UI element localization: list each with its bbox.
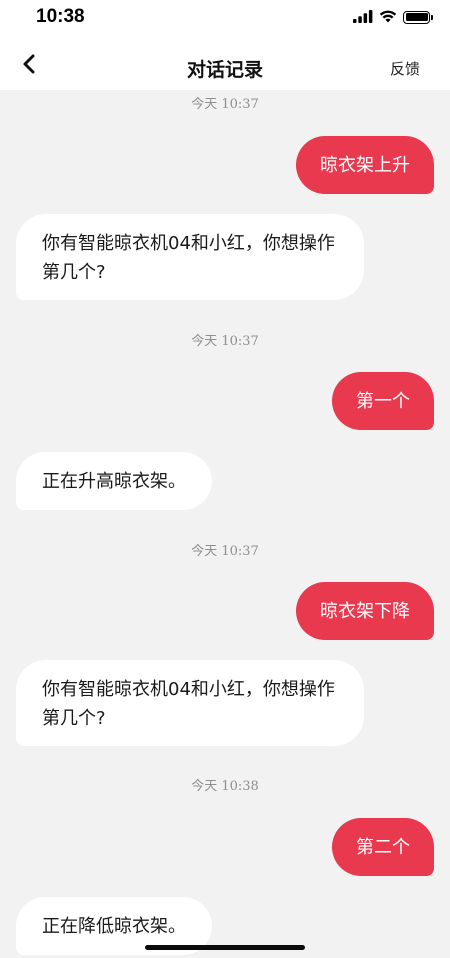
message-timestamp: 今天 10:37: [191, 334, 259, 349]
bot-message-bubble: 你有智能晾衣机04和小红，你想操作第几个?: [16, 660, 364, 746]
user-message-bubble: 第二个: [332, 818, 434, 876]
bot-message-bubble: 正在升高晾衣架。: [16, 452, 212, 510]
home-indicator: [145, 945, 305, 950]
message-timestamp: 今天 10:38: [191, 779, 259, 794]
message-timestamp: 今天 10:37: [191, 544, 259, 559]
status-icons: [353, 8, 433, 27]
message-timestamp: 今天 10:37: [191, 97, 259, 112]
cellular-signal-icon: [353, 8, 373, 27]
status-bar: 10:38: [0, 0, 450, 34]
user-message-bubble: 第一个: [332, 372, 434, 430]
user-message-bubble: 晾衣架下降: [296, 582, 434, 640]
chat-log[interactable]: 今天 10:37 晾衣架上升 你有智能晾衣机04和小红，你想操作第几个? 今天 …: [0, 90, 450, 958]
bot-message-bubble: 你有智能晾衣机04和小红，你想操作第几个?: [16, 214, 364, 300]
battery-icon: [403, 10, 433, 24]
status-time: 10:38: [36, 6, 85, 27]
nav-header: 对话记录 反馈: [0, 34, 450, 90]
feedback-button[interactable]: 反馈: [390, 58, 420, 79]
user-message-bubble: 晾衣架上升: [296, 136, 434, 194]
page-title: 对话记录: [186, 59, 263, 81]
wifi-icon: [379, 8, 397, 27]
